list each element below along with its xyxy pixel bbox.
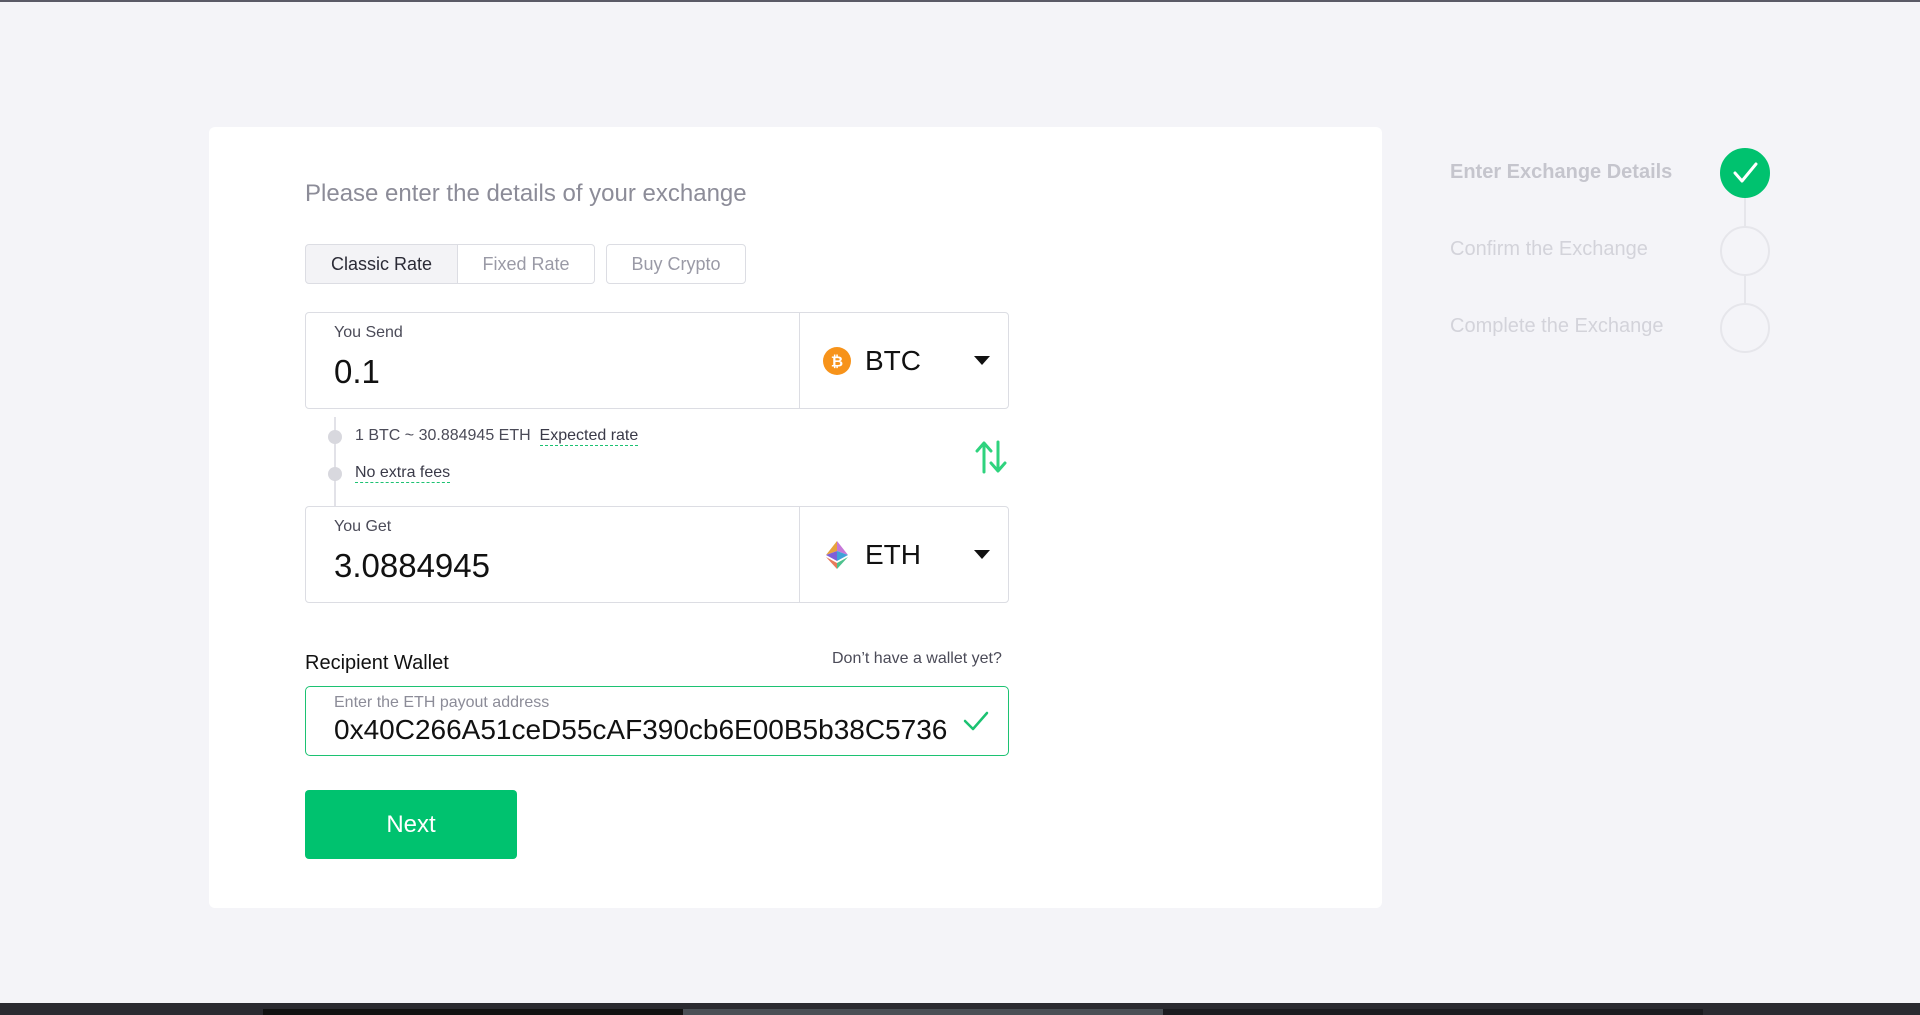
wallet-address-input[interactable] <box>334 714 960 746</box>
bitcoin-icon: ₿ <box>823 346 851 375</box>
send-currency-ticker: BTC <box>865 344 921 376</box>
expected-rate-link[interactable]: Expected rate <box>539 427 639 446</box>
rate-dot <box>328 430 342 444</box>
taskbar-segment <box>683 1009 1163 1015</box>
progress-steps: Enter Exchange Details Confirm the Excha… <box>1450 145 1770 365</box>
rate-tabs: Classic Rate Fixed Rate Buy Crypto <box>305 244 746 284</box>
svg-text:₿: ₿ <box>831 353 843 370</box>
get-currency-ticker: ETH <box>865 538 921 570</box>
step-connector <box>1744 198 1746 226</box>
send-label: You Send <box>334 324 403 341</box>
step-label-confirm: Confirm the Exchange <box>1450 238 1648 260</box>
send-field: You Send ₿ BTC <box>305 312 1009 409</box>
check-icon <box>963 711 989 731</box>
send-amount-area[interactable]: You Send <box>306 313 800 408</box>
tab-buy-crypto[interactable]: Buy Crypto <box>606 244 746 284</box>
swap-icon[interactable] <box>975 440 1007 474</box>
tab-classic-rate[interactable]: Classic Rate <box>305 244 458 284</box>
fees-line: No extra fees <box>355 464 451 483</box>
next-button[interactable]: Next <box>305 790 517 859</box>
send-amount-input[interactable] <box>334 353 774 391</box>
get-currency-select[interactable]: ETH <box>801 507 1008 602</box>
get-amount-input[interactable] <box>334 547 774 585</box>
chevron-down-icon <box>974 356 990 365</box>
check-icon <box>1733 162 1758 183</box>
wallet-address-field[interactable]: Enter the ETH payout address <box>305 686 1009 756</box>
no-extra-fees-link[interactable]: No extra fees <box>355 464 451 483</box>
get-label: You Get <box>334 518 392 535</box>
no-wallet-link[interactable]: Don’t have a wallet yet? <box>832 650 1002 668</box>
step-label-enter-details: Enter Exchange Details <box>1450 161 1673 183</box>
rate-text: 1 BTC ~ 30.884945 ETH <box>355 427 531 444</box>
step-label-complete: Complete the Exchange <box>1450 315 1664 337</box>
window-top-border <box>0 0 1920 2</box>
get-amount-area[interactable]: You Get <box>306 507 800 602</box>
taskbar-segment <box>263 1009 683 1015</box>
step-connector <box>1744 276 1746 304</box>
wallet-address-placeholder: Enter the ETH payout address <box>334 694 550 711</box>
step-done-indicator <box>1720 148 1770 198</box>
get-field: You Get ETH <box>305 506 1009 603</box>
send-currency-select[interactable]: ₿ BTC <box>801 313 1008 408</box>
page-title: Please enter the details of your exchang… <box>305 180 747 207</box>
fees-dot <box>328 467 342 481</box>
ethereum-icon <box>823 540 851 569</box>
step-pending-indicator <box>1720 303 1770 353</box>
step-pending-indicator <box>1720 226 1770 276</box>
rate-line: 1 BTC ~ 30.884945 ETH Expected rate <box>355 427 639 446</box>
rate-info: 1 BTC ~ 30.884945 ETH Expected rate No e… <box>325 417 1015 507</box>
taskbar-segment <box>1163 1009 1703 1015</box>
taskbar-strip <box>0 1003 1920 1015</box>
recipient-wallet-label: Recipient Wallet <box>305 652 449 674</box>
chevron-down-icon <box>974 550 990 559</box>
tab-fixed-rate[interactable]: Fixed Rate <box>458 244 595 284</box>
